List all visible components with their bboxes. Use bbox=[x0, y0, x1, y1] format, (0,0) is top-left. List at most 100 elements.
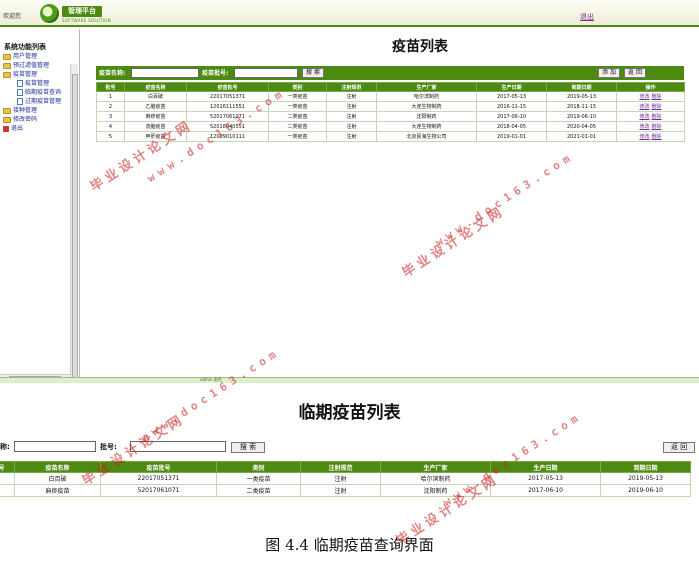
search-bar: 疫苗名称: 疫苗批号: 搜 索 添 加 返 回 bbox=[96, 66, 684, 80]
cell-expire-date: 2019-05-13 bbox=[600, 472, 691, 485]
exit-icon bbox=[3, 125, 9, 132]
cell-type: 二类疫苗 bbox=[268, 121, 327, 132]
vaccine-list-screenshot: 欢迎您 管理平台 SOFTWARE SOLUTION 退出 系统功能列表 用户管… bbox=[0, 0, 699, 383]
folder-icon bbox=[3, 62, 11, 69]
sidebar-tree: 用户管理 预过滤值管理 疫苗管理 疫苗管理 临期疫苗查询 过期疫苗管理 接种管理… bbox=[3, 52, 71, 133]
edit-link[interactable]: 修改 bbox=[639, 134, 649, 140]
cell-prod-date: 2018-04-05 bbox=[476, 121, 547, 132]
cell-expire-date: 2019-06-10 bbox=[546, 111, 617, 122]
cell-maker: 沈阳制药 bbox=[376, 111, 477, 122]
edit-link[interactable]: 修改 bbox=[639, 114, 649, 120]
back-button[interactable]: 返 回 bbox=[624, 68, 646, 78]
vaccine-batch-input[interactable] bbox=[234, 68, 298, 78]
cell-expire-date: 2019-06-10 bbox=[600, 484, 691, 497]
sidebar-item-change-password[interactable]: 修改密码 bbox=[3, 115, 71, 124]
cell-no: 4 bbox=[96, 121, 125, 132]
back-button[interactable]: 返 回 bbox=[663, 442, 695, 453]
edit-link[interactable]: 修改 bbox=[639, 104, 649, 110]
scrollbar-thumb[interactable] bbox=[72, 74, 78, 383]
cell-type: 一类疫苗 bbox=[216, 472, 301, 485]
cell-inject: 注射 bbox=[300, 484, 381, 497]
sidebar-item-label: 修改密码 bbox=[13, 116, 38, 123]
sidebar-item-exit[interactable]: 退出 bbox=[3, 124, 71, 133]
vaccine-batch-label: 疫苗批号: bbox=[202, 70, 229, 77]
sidebar-title: 系统功能列表 bbox=[4, 43, 46, 51]
figure-caption: 图 4.4 临期疫苗查询界面 bbox=[265, 536, 434, 554]
cell-no: 1 bbox=[96, 91, 125, 102]
cell-inject: 注射 bbox=[326, 101, 377, 112]
status-bar: admin 角色 bbox=[0, 377, 699, 383]
search-button[interactable]: 搜 索 bbox=[231, 442, 265, 453]
cell-no: 5 bbox=[96, 131, 125, 142]
table-row: 麻疹疫苗 52017061071 二类疫苗 注射 沈阳制药 2017-06-10… bbox=[0, 484, 691, 497]
edit-link[interactable]: 修改 bbox=[639, 124, 649, 130]
sidebar: 系统功能列表 用户管理 预过滤值管理 疫苗管理 疫苗管理 临期疫苗查询 过期疫苗… bbox=[0, 29, 80, 383]
sidebar-item-vaccination[interactable]: 接种管理 bbox=[3, 106, 71, 115]
cell-no: 2 bbox=[96, 101, 125, 112]
delete-link[interactable]: 删除 bbox=[652, 134, 662, 140]
sidebar-item-vaccine-management[interactable]: 疫苗管理 bbox=[3, 79, 71, 88]
delete-link[interactable]: 删除 bbox=[652, 94, 662, 100]
sidebar-item-label: 疫苗管理 bbox=[13, 71, 38, 78]
search-bar: 称: 批号: 搜 索 返 回 bbox=[0, 440, 699, 454]
page-title: 疫苗列表 bbox=[392, 39, 448, 55]
column-header: 类别 bbox=[216, 461, 301, 473]
add-button[interactable]: 添 加 bbox=[598, 68, 620, 78]
column-header: 批号 bbox=[96, 82, 125, 92]
cell-inject: 注射 bbox=[326, 111, 377, 122]
cell-maker: 北京民海生物公司 bbox=[376, 131, 477, 142]
folder-icon bbox=[3, 116, 11, 123]
cell-prod-date: 2019-01-01 bbox=[476, 131, 547, 142]
sidebar-item-label: 疫苗管理 bbox=[25, 80, 50, 87]
cell-type: 一类疫苗 bbox=[268, 131, 327, 142]
delete-link[interactable]: 删除 bbox=[652, 114, 662, 120]
table-row: 1 白百破 22017051371 一类疫苗 注射 哈尔滨制药 2017-05-… bbox=[96, 91, 685, 102]
cell-inject: 注射 bbox=[326, 121, 377, 132]
column-header: 到期日期 bbox=[546, 82, 617, 92]
sidebar-item-expiring-query[interactable]: 临期疫苗查询 bbox=[3, 88, 71, 97]
cell-batch: 22017051371 bbox=[186, 91, 269, 102]
sidebar-item-prefilter[interactable]: 预过滤值管理 bbox=[3, 61, 71, 70]
logo-subtitle: SOFTWARE SOLUTION bbox=[62, 18, 111, 23]
top-header: 欢迎您 管理平台 SOFTWARE SOLUTION 退出 bbox=[0, 0, 699, 27]
document-icon bbox=[17, 98, 23, 105]
cell-expire-date: 2018-11-15 bbox=[546, 101, 617, 112]
logo-text: 管理平台 bbox=[62, 6, 102, 17]
cell-no bbox=[0, 484, 15, 497]
sidebar-item-user-management[interactable]: 用户管理 bbox=[3, 52, 71, 61]
search-button[interactable]: 搜 索 bbox=[302, 68, 324, 78]
document-icon bbox=[17, 80, 23, 87]
document-icon bbox=[17, 89, 23, 96]
welcome-text: 欢迎您 bbox=[3, 13, 22, 20]
cell-type: 二类疫苗 bbox=[216, 484, 301, 497]
column-header: 疫苗批号 bbox=[186, 82, 269, 92]
cell-no bbox=[0, 472, 15, 485]
delete-link[interactable]: 删除 bbox=[652, 124, 662, 130]
cell-no: 3 bbox=[96, 111, 125, 122]
sidebar-item-label: 用户管理 bbox=[13, 53, 38, 60]
edit-link[interactable]: 修改 bbox=[639, 94, 649, 100]
delete-link[interactable]: 删除 bbox=[652, 104, 662, 110]
column-header: 操作 bbox=[616, 82, 685, 92]
sidebar-item-vaccine-group[interactable]: 疫苗管理 bbox=[3, 70, 71, 79]
page-title: 临期疫苗列表 bbox=[298, 403, 401, 423]
sidebar-item-label: 退出 bbox=[11, 125, 24, 132]
cell-name: 乙脑疫苗 bbox=[124, 101, 187, 112]
folder-icon bbox=[3, 53, 11, 60]
vaccine-name-input[interactable] bbox=[131, 68, 199, 78]
cell-expire-date: 2021-01-01 bbox=[546, 131, 617, 142]
folder-icon bbox=[3, 107, 11, 114]
vertical-scrollbar[interactable] bbox=[70, 64, 78, 383]
cell-batch: 52017061071 bbox=[100, 484, 217, 497]
logout-link[interactable]: 退出 bbox=[580, 12, 594, 22]
cell-prod-date: 2017-05-13 bbox=[490, 472, 601, 485]
logo-icon bbox=[40, 4, 59, 23]
folder-open-icon bbox=[3, 71, 11, 78]
column-header: 生产厂家 bbox=[380, 461, 491, 473]
column-header: 到期日期 bbox=[600, 461, 691, 473]
table-row: 2 乙脑疫苗 12016111551 一类疫苗 注射 大连生物制药 2016-1… bbox=[96, 101, 685, 112]
cell-expire-date: 2020-04-05 bbox=[546, 121, 617, 132]
sidebar-item-expired-management[interactable]: 过期疫苗管理 bbox=[3, 97, 71, 106]
cell-batch: 22017051371 bbox=[100, 472, 217, 485]
vaccine-name-input[interactable] bbox=[14, 441, 96, 452]
